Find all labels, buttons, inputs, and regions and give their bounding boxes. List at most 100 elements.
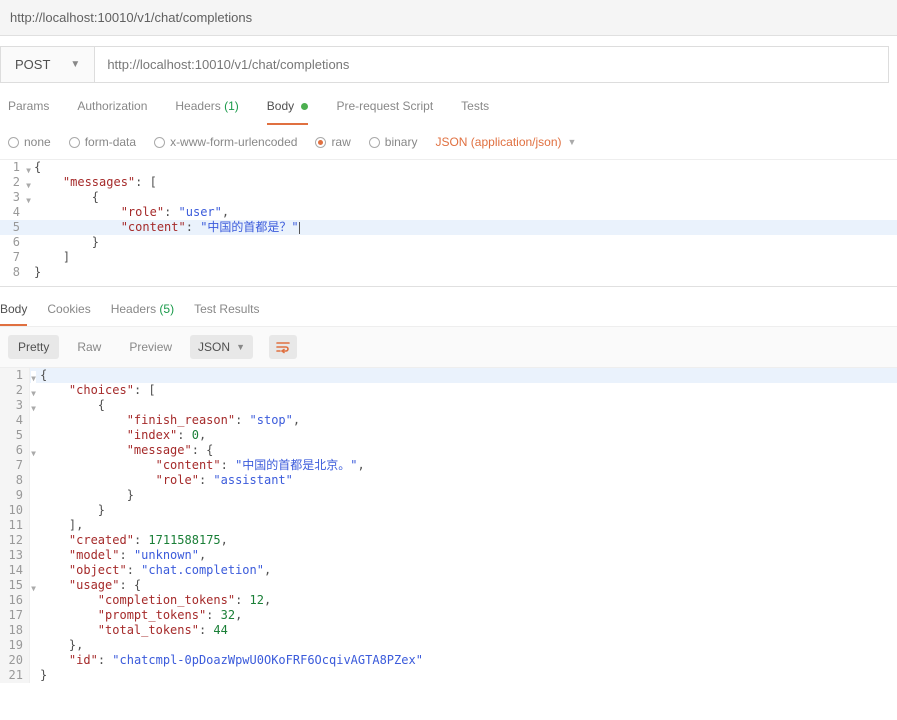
code-line[interactable]: 8 "role": "assistant"	[0, 473, 897, 488]
tab-prerequest[interactable]: Pre-request Script	[336, 99, 433, 125]
line-number: 4	[0, 413, 30, 428]
line-number: 6▼	[0, 443, 30, 458]
line-number: 7	[0, 250, 24, 265]
res-tab-headers-label: Headers	[111, 302, 156, 316]
code-line[interactable]: 15▼ "usage": {	[0, 578, 897, 593]
code-line[interactable]: 5 "content": "中国的首都是？"	[0, 220, 897, 235]
fold-icon[interactable]: ▼	[31, 401, 36, 416]
code-line[interactable]: 13 "model": "unknown",	[0, 548, 897, 563]
code-line[interactable]: 21}	[0, 668, 897, 683]
code-line[interactable]: 3▼ {	[0, 190, 897, 205]
request-body-editor[interactable]: 1▼{2▼ "messages": [3▼ {4 "role": "user",…	[0, 160, 897, 280]
code-content: "id": "chatcmpl-0pDoazWpwU0OKoFRF6OcqivA…	[30, 653, 897, 668]
code-line[interactable]: 8}	[0, 265, 897, 280]
code-line[interactable]: 6▼ "message": {	[0, 443, 897, 458]
code-line[interactable]: 11 ],	[0, 518, 897, 533]
code-content: },	[30, 638, 897, 653]
code-line[interactable]: 17 "prompt_tokens": 32,	[0, 608, 897, 623]
tab-authorization[interactable]: Authorization	[77, 99, 147, 125]
code-line[interactable]: 12 "created": 1711588175,	[0, 533, 897, 548]
wrap-lines-button[interactable]	[269, 335, 297, 359]
code-content: "model": "unknown",	[30, 548, 897, 563]
tab-headers-label: Headers	[175, 99, 220, 113]
fold-icon[interactable]: ▼	[31, 371, 36, 386]
res-tab-test-results[interactable]: Test Results	[194, 302, 259, 326]
code-line[interactable]: 9 }	[0, 488, 897, 503]
line-number: 17	[0, 608, 30, 623]
dot-indicator-icon	[301, 103, 308, 110]
code-line[interactable]: 19 },	[0, 638, 897, 653]
tab-headers-count: (1)	[224, 99, 239, 113]
tab-headers[interactable]: Headers (1)	[175, 99, 238, 125]
code-line[interactable]: 6 }	[0, 235, 897, 250]
http-method-select[interactable]: POST ▼	[1, 47, 95, 82]
code-content: "usage": {	[30, 578, 897, 593]
body-type-binary-label: binary	[385, 135, 418, 149]
url-input[interactable]	[95, 47, 888, 82]
code-content: "prompt_tokens": 32,	[30, 608, 897, 623]
code-line[interactable]: 7 "content": "中国的首都是北京。",	[0, 458, 897, 473]
line-number: 19	[0, 638, 30, 653]
body-type-none[interactable]: none	[8, 135, 51, 149]
view-raw[interactable]: Raw	[67, 335, 111, 359]
tab-tests[interactable]: Tests	[461, 99, 489, 125]
code-content: "content": "中国的首都是？"	[24, 220, 897, 235]
res-tab-body[interactable]: Body	[0, 302, 27, 326]
code-line[interactable]: 10 }	[0, 503, 897, 518]
code-line[interactable]: 1▼{	[0, 368, 897, 383]
tab-body-label: Body	[267, 99, 294, 113]
code-line[interactable]: 18 "total_tokens": 44	[0, 623, 897, 638]
request-tabs: Params Authorization Headers (1) Body Pr…	[0, 83, 897, 125]
response-view-bar: Pretty Raw Preview JSON ▼	[0, 326, 897, 368]
code-line[interactable]: 7 ]	[0, 250, 897, 265]
body-type-raw-label: raw	[331, 135, 350, 149]
line-number: 8	[0, 265, 24, 280]
code-content: "message": {	[30, 443, 897, 458]
res-tab-headers[interactable]: Headers (5)	[111, 302, 174, 326]
code-line[interactable]: 2▼ "messages": [	[0, 175, 897, 190]
code-content: ],	[30, 518, 897, 533]
line-number: 5	[0, 220, 24, 235]
tab-params[interactable]: Params	[8, 99, 49, 125]
code-line[interactable]: 2▼ "choices": [	[0, 383, 897, 398]
code-line[interactable]: 4 "role": "user",	[0, 205, 897, 220]
code-line[interactable]: 5 "index": 0,	[0, 428, 897, 443]
http-method-label: POST	[15, 57, 50, 72]
code-line[interactable]: 3▼ {	[0, 398, 897, 413]
line-number: 8	[0, 473, 30, 488]
line-number: 3▼	[0, 398, 30, 413]
fold-icon[interactable]: ▼	[26, 163, 31, 178]
code-line[interactable]: 14 "object": "chat.completion",	[0, 563, 897, 578]
radio-selected-icon	[315, 137, 326, 148]
code-line[interactable]: 4 "finish_reason": "stop",	[0, 413, 897, 428]
code-line[interactable]: 16 "completion_tokens": 12,	[0, 593, 897, 608]
line-number: 21	[0, 668, 30, 683]
res-tab-cookies[interactable]: Cookies	[47, 302, 90, 326]
body-type-raw[interactable]: raw	[315, 135, 350, 149]
line-number: 4	[0, 205, 24, 220]
view-preview[interactable]: Preview	[119, 335, 182, 359]
line-number: 12	[0, 533, 30, 548]
method-url-row: POST ▼	[0, 46, 889, 83]
view-pretty[interactable]: Pretty	[8, 335, 59, 359]
code-line[interactable]: 20 "id": "chatcmpl-0pDoazWpwU0OKoFRF6Ocq…	[0, 653, 897, 668]
line-number: 7	[0, 458, 30, 473]
fold-icon[interactable]: ▼	[31, 581, 36, 596]
content-type-select[interactable]: JSON (application/json) ▼	[435, 135, 576, 149]
code-content: "completion_tokens": 12,	[30, 593, 897, 608]
line-number: 13	[0, 548, 30, 563]
code-content: "content": "中国的首都是北京。",	[30, 458, 897, 473]
fold-icon[interactable]: ▼	[31, 386, 36, 401]
body-type-binary[interactable]: binary	[369, 135, 418, 149]
code-line[interactable]: 1▼{	[0, 160, 897, 175]
code-content: }	[30, 668, 897, 683]
format-select[interactable]: JSON ▼	[190, 335, 253, 359]
tab-body[interactable]: Body	[267, 99, 309, 125]
response-body-viewer[interactable]: 1▼{2▼ "choices": [3▼ {4 "finish_reason":…	[0, 368, 897, 683]
code-content: {	[30, 398, 897, 413]
body-type-xform[interactable]: x-www-form-urlencoded	[154, 135, 297, 149]
fold-icon[interactable]: ▼	[31, 446, 36, 461]
fold-icon[interactable]: ▼	[26, 193, 31, 208]
fold-icon[interactable]: ▼	[26, 178, 31, 193]
body-type-formdata[interactable]: form-data	[69, 135, 136, 149]
